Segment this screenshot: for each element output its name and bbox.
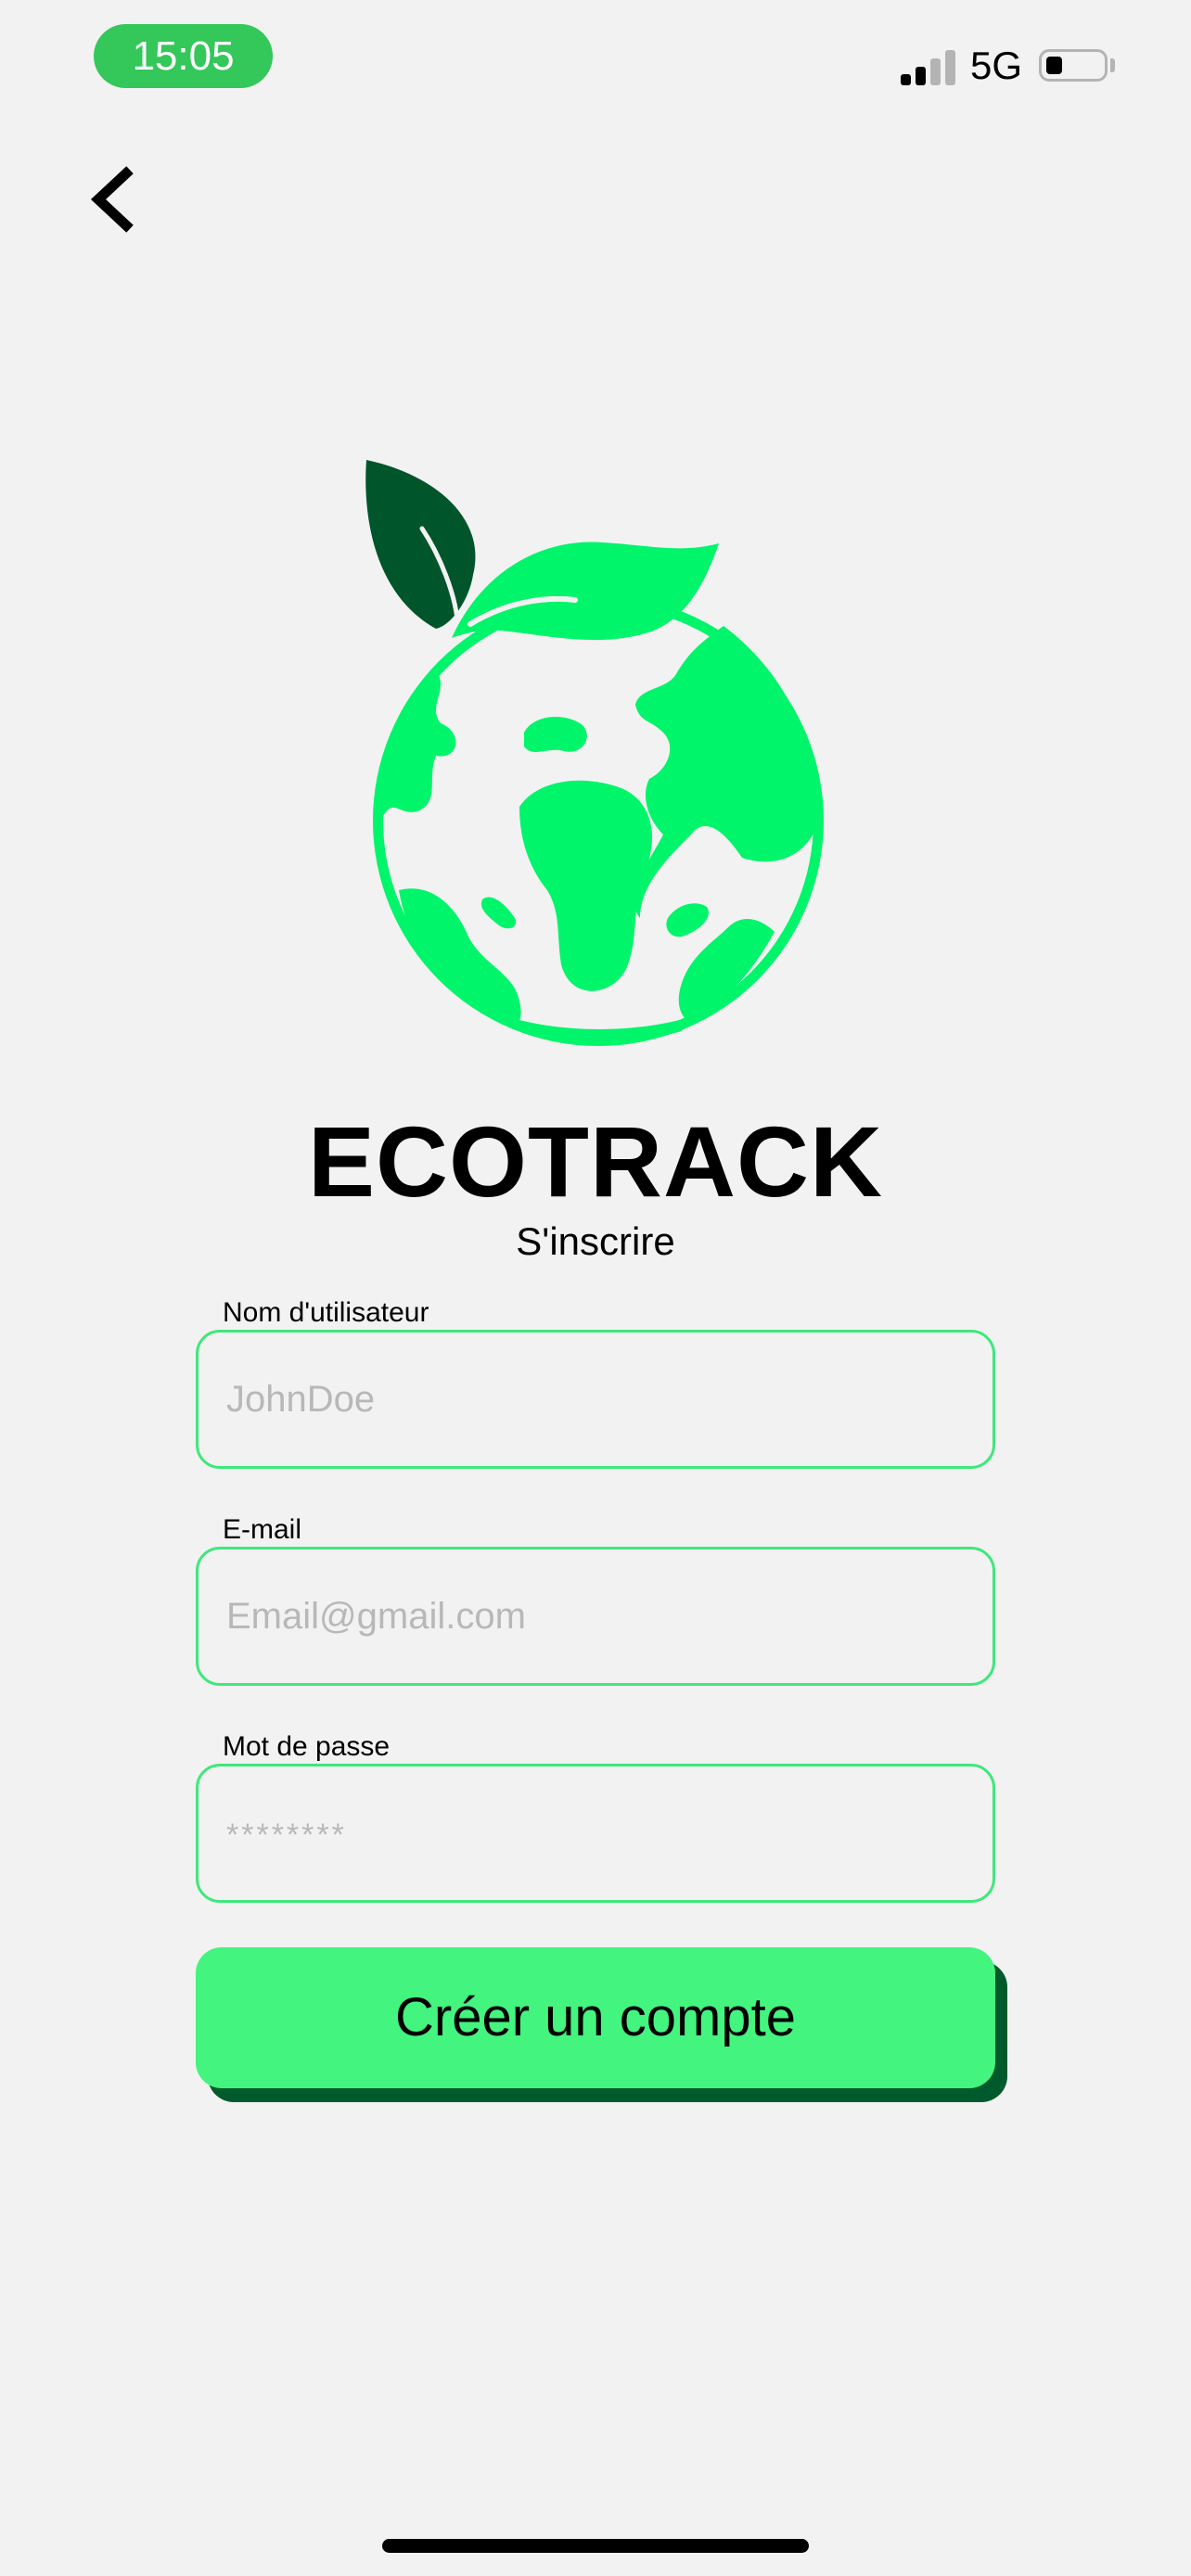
status-time: 15:05 <box>94 24 273 88</box>
battery-fill <box>1046 57 1062 74</box>
earth-leaf-logo <box>365 460 824 1046</box>
email-label: E-mail <box>223 1514 302 1545</box>
create-account-button[interactable]: Créer un compte <box>196 1947 995 2088</box>
password-label: Mot de passe <box>223 1731 391 1762</box>
email-field[interactable] <box>196 1547 995 1686</box>
home-indicator[interactable] <box>382 2539 809 2553</box>
username-field[interactable] <box>196 1330 995 1469</box>
password-field[interactable] <box>196 1764 995 1903</box>
back-button[interactable] <box>74 158 148 241</box>
network-type: 5G <box>970 44 1023 87</box>
signal-strength-icon <box>901 48 956 85</box>
chevron-left-icon <box>90 166 134 233</box>
username-label: Nom d'utilisateur <box>223 1297 429 1328</box>
status-bar: 15:05 5G <box>0 0 1191 130</box>
battery-icon <box>1039 49 1108 82</box>
battery-cap <box>1110 58 1115 72</box>
app-title: ECOTRACK <box>308 1105 883 1218</box>
page-subtitle: S'inscrire <box>516 1219 675 1263</box>
